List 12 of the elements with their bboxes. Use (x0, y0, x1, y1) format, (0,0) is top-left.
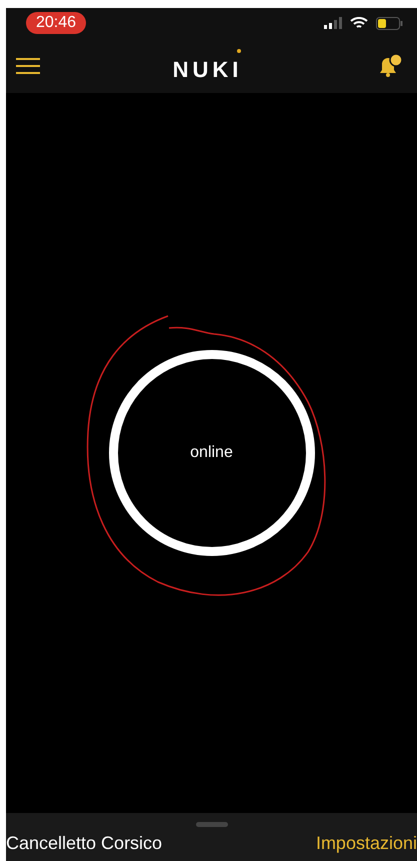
menu-icon[interactable] (16, 56, 40, 74)
app-logo: NUKI (172, 48, 244, 82)
lock-status: online (190, 444, 233, 462)
settings-link[interactable]: Impostazioni (316, 833, 417, 854)
lock-ring[interactable]: online (108, 350, 314, 556)
battery-icon (376, 16, 403, 30)
bell-icon[interactable] (377, 52, 403, 78)
status-time: 20:46 (26, 12, 86, 34)
signal-icon (324, 17, 342, 29)
device-name: Cancelletto Corsico (6, 833, 162, 854)
wifi-icon (350, 16, 368, 30)
drag-handle[interactable] (196, 822, 228, 827)
